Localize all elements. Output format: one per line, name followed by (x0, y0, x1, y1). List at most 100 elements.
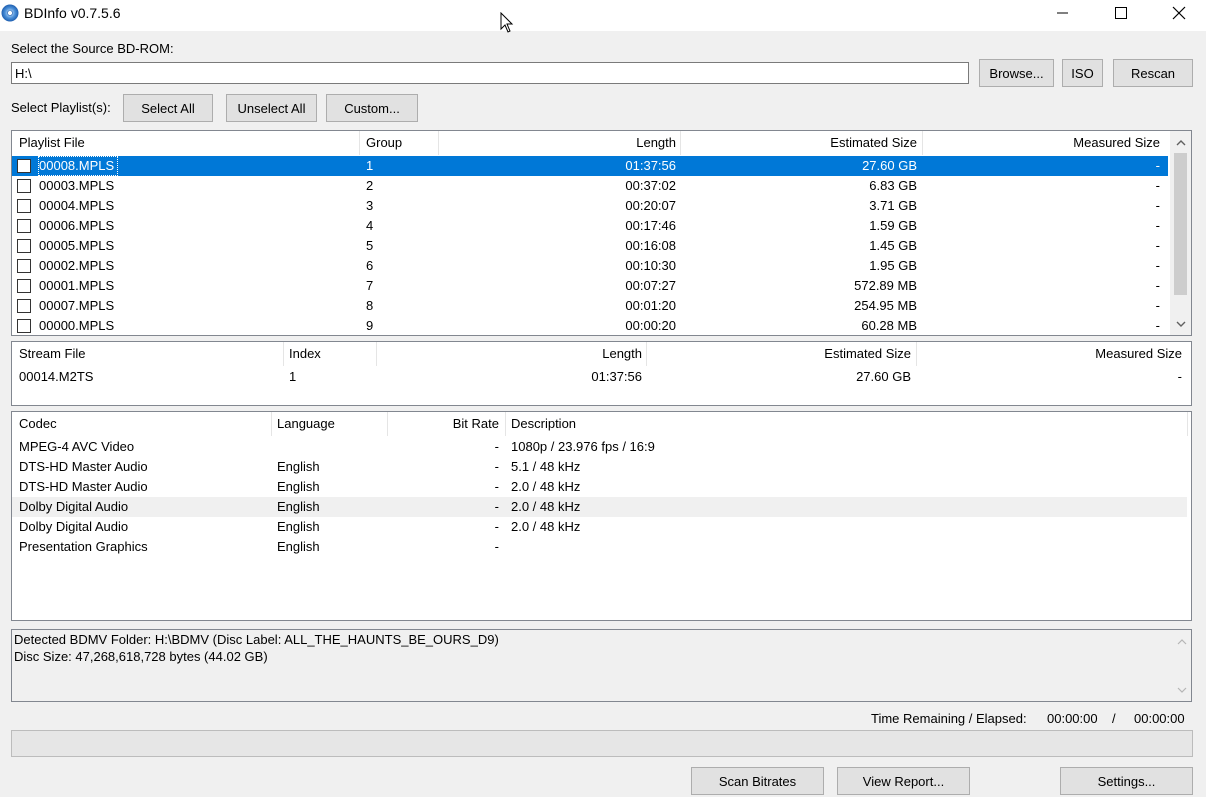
column-divider[interactable] (387, 412, 388, 436)
column-header-language[interactable]: Language (277, 412, 335, 436)
playlist-group: 5 (366, 238, 374, 253)
codec-language: English (277, 459, 320, 474)
playlist-checkbox[interactable] (17, 259, 31, 273)
codec-row[interactable]: DTS-HD Master Audio English -5.1 / 48 kHz (12, 457, 1187, 477)
playlist-measured-size: - (1155, 178, 1160, 193)
minimize-button[interactable] (1034, 0, 1092, 26)
column-divider[interactable] (505, 412, 506, 436)
source-path-input[interactable] (11, 62, 969, 84)
playlist-checkbox[interactable] (17, 159, 31, 173)
playlist-checkbox[interactable] (17, 219, 31, 233)
playlist-length: 00:07:27 (625, 278, 676, 293)
scan-bitrates-button[interactable]: Scan Bitrates (691, 767, 824, 795)
playlist-checkbox[interactable] (17, 279, 31, 293)
codec-row[interactable]: DTS-HD Master Audio English -2.0 / 48 kHz (12, 477, 1187, 497)
playlist-checkbox[interactable] (17, 179, 31, 193)
playlist-row[interactable]: 00007.MPLS 8 00:01:20 254.95 MB - (12, 296, 1168, 316)
playlist-estimated-size: 27.60 GB (862, 158, 917, 173)
playlist-row[interactable]: 00003.MPLS 2 00:37:02 6.83 GB - (12, 176, 1168, 196)
log-textbox[interactable]: Detected BDMV Folder: H:\BDMV (Disc Labe… (11, 629, 1192, 702)
column-header-playlist-file[interactable]: Playlist File (19, 131, 85, 155)
settings-button[interactable]: Settings... (1060, 767, 1193, 795)
playlist-row[interactable]: 00002.MPLS 6 00:10:30 1.95 GB - (12, 256, 1168, 276)
column-divider[interactable] (438, 131, 439, 155)
playlist-scrollbar[interactable] (1170, 131, 1191, 335)
playlist-group: 9 (366, 318, 374, 333)
iso-button[interactable]: ISO (1062, 59, 1103, 87)
codec-description: 2.0 / 48 kHz (511, 519, 581, 534)
playlist-row[interactable]: 00008.MPLS 1 01:37:56 27.60 GB - (12, 156, 1168, 176)
log-scrollbar[interactable] (1171, 630, 1191, 701)
column-header-length[interactable]: Length (442, 131, 676, 155)
column-divider[interactable] (271, 412, 272, 436)
playlist-measured-size: - (1155, 198, 1160, 213)
select-all-button[interactable]: Select All (123, 94, 213, 122)
playlist-group: 6 (366, 258, 374, 273)
playlist-checkbox[interactable] (17, 199, 31, 213)
codec-row[interactable]: Dolby Digital Audio English -2.0 / 48 kHz (12, 497, 1187, 517)
unselect-all-button[interactable]: Unselect All (226, 94, 317, 122)
column-divider[interactable] (283, 342, 284, 366)
column-divider[interactable] (1187, 412, 1188, 436)
codec-name: Presentation Graphics (19, 539, 148, 554)
playlist-file: 00007.MPLS (39, 298, 115, 313)
playlist-measured-size: - (1155, 158, 1160, 173)
column-header-description[interactable]: Description (511, 412, 576, 436)
scroll-down-icon[interactable] (1172, 315, 1189, 332)
scroll-up-icon[interactable] (1172, 134, 1189, 151)
column-header-measured-size[interactable]: Measured Size (918, 342, 1182, 366)
codec-language: English (277, 519, 320, 534)
playlist-length: 00:00:20 (625, 318, 676, 333)
playlist-row[interactable]: 00001.MPLS 7 00:07:27 572.89 MB - (12, 276, 1168, 296)
browse-button[interactable]: Browse... (979, 59, 1054, 87)
column-header-codec[interactable]: Codec (19, 412, 57, 436)
playlist-row[interactable]: 00000.MPLS 9 00:00:20 60.28 MB - (12, 316, 1168, 335)
view-report-button[interactable]: View Report... (837, 767, 970, 795)
close-button[interactable] (1150, 0, 1206, 26)
column-header-bit-rate[interactable]: Bit Rate (392, 412, 499, 436)
column-header-estimated-size[interactable]: Estimated Size (682, 131, 917, 155)
custom-button[interactable]: Custom... (326, 94, 418, 122)
column-divider[interactable] (916, 342, 917, 366)
playlist-checkbox[interactable] (17, 299, 31, 313)
playlist-row[interactable]: 00004.MPLS 3 00:20:07 3.71 GB - (12, 196, 1168, 216)
column-header-stream-file[interactable]: Stream File (19, 342, 85, 366)
scrollbar-thumb[interactable] (1174, 153, 1187, 295)
stream-row[interactable]: 00014.M2TS 1 01:37:56 27.60 GB - (12, 367, 1191, 387)
column-header-measured-size[interactable]: Measured Size (924, 131, 1160, 155)
playlist-length: 00:16:08 (625, 238, 676, 253)
playlist-row[interactable]: 00006.MPLS 4 00:17:46 1.59 GB - (12, 216, 1168, 236)
codec-row[interactable]: MPEG-4 AVC Video -1080p / 23.976 fps / 16… (12, 437, 1187, 457)
stream-estimated-size: 27.60 GB (856, 369, 911, 384)
playlist-estimated-size: 1.95 GB (869, 258, 917, 273)
playlist-checkbox[interactable] (17, 319, 31, 333)
maximize-button[interactable] (1092, 0, 1150, 26)
stream-list[interactable]: Stream File Index Length Estimated Size … (11, 341, 1192, 406)
playlist-checkbox[interactable] (17, 239, 31, 253)
playlist-list[interactable]: Playlist File Group Length Estimated Siz… (11, 130, 1192, 336)
codec-bit-rate: - (494, 479, 499, 494)
column-divider[interactable] (922, 131, 923, 155)
codec-language: English (277, 499, 320, 514)
column-divider[interactable] (680, 131, 681, 155)
column-divider[interactable] (646, 342, 647, 366)
playlist-length: 00:01:20 (625, 298, 676, 313)
codec-row[interactable]: Presentation Graphics English - (12, 537, 1187, 557)
column-divider[interactable] (359, 131, 360, 155)
column-header-group[interactable]: Group (366, 131, 402, 155)
codec-list[interactable]: Codec Language Bit Rate Description MPEG… (11, 411, 1192, 621)
codec-row[interactable]: Dolby Digital Audio English -2.0 / 48 kHz (12, 517, 1187, 537)
column-header-length[interactable]: Length (380, 342, 642, 366)
playlist-group: 2 (366, 178, 374, 193)
codec-description: 1080p / 23.976 fps / 16:9 (511, 439, 655, 454)
scroll-up-icon[interactable] (1173, 633, 1190, 650)
playlist-row[interactable]: 00005.MPLS 5 00:16:08 1.45 GB - (12, 236, 1168, 256)
playlist-estimated-size: 1.45 GB (869, 238, 917, 253)
scroll-down-icon[interactable] (1173, 681, 1190, 698)
column-header-estimated-size[interactable]: Estimated Size (648, 342, 911, 366)
playlist-length: 00:10:30 (625, 258, 676, 273)
column-divider[interactable] (376, 342, 377, 366)
playlist-file: 00004.MPLS (39, 198, 115, 213)
rescan-button[interactable]: Rescan (1113, 59, 1193, 87)
column-header-index[interactable]: Index (289, 342, 321, 366)
